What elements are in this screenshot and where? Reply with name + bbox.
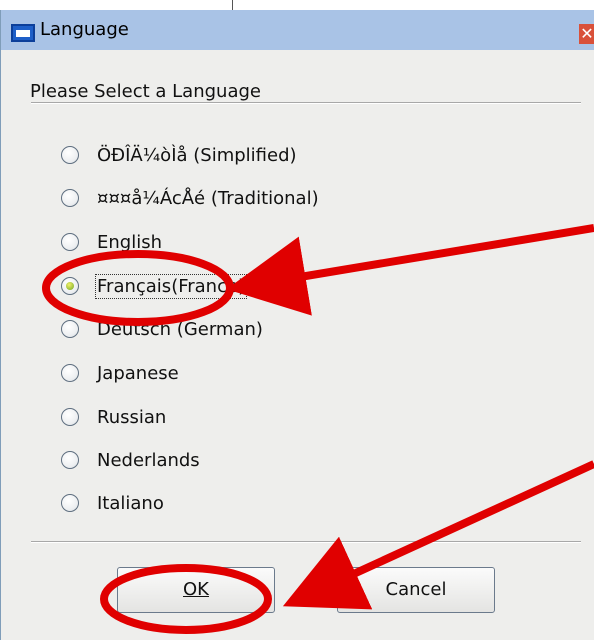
option-traditional-chinese[interactable]: ¤¤¤å¼ÁcÅé (Traditional) [61,183,319,213]
option-label: Deutsch (German) [97,318,263,340]
prompt-label: Please Select a Language [30,81,261,102]
ok-button-label: OK [183,579,209,600]
option-label: ÖÐÎÄ¼òÌå (Simplified) [97,144,297,166]
title-bar[interactable]: Language ✕ [1,10,594,50]
background-line [232,0,233,10]
option-label: ¤¤¤å¼ÁcÅé (Traditional) [97,187,319,209]
separator [31,541,581,543]
ok-button[interactable]: OK [117,567,275,613]
option-label: Français(France) [94,273,248,299]
option-dutch[interactable]: Nederlands [61,445,200,475]
option-french[interactable]: Français(France) [61,271,248,301]
option-label: Nederlands [97,449,200,471]
option-simplified-chinese[interactable]: ÖÐÎÄ¼òÌå (Simplified) [61,140,297,170]
option-german[interactable]: Deutsch (German) [61,314,263,344]
option-label: Japanese [97,362,179,384]
close-button[interactable]: ✕ [579,24,594,44]
option-label: English [97,231,162,253]
option-italian[interactable]: Italiano [61,488,164,518]
option-label: Italiano [97,492,164,514]
window-title: Language [40,19,129,40]
language-dialog: Language ✕ Please Select a Language ÖÐÎÄ… [0,10,594,640]
radio-button[interactable] [61,146,79,164]
radio-button[interactable] [61,494,79,512]
radio-button[interactable] [61,189,79,207]
option-japanese[interactable]: Japanese [61,358,179,388]
option-russian[interactable]: Russian [61,402,166,432]
radio-button[interactable] [61,364,79,382]
cancel-button[interactable]: Cancel [337,567,495,613]
cancel-button-label: Cancel [385,579,447,600]
radio-button[interactable] [61,451,79,469]
separator [31,102,581,104]
window-icon [11,24,35,42]
radio-button-selected[interactable] [61,277,79,295]
radio-button[interactable] [61,320,79,338]
option-english[interactable]: English [61,227,162,257]
radio-button[interactable] [61,408,79,426]
option-label: Russian [97,406,167,428]
radio-button[interactable] [61,233,79,251]
